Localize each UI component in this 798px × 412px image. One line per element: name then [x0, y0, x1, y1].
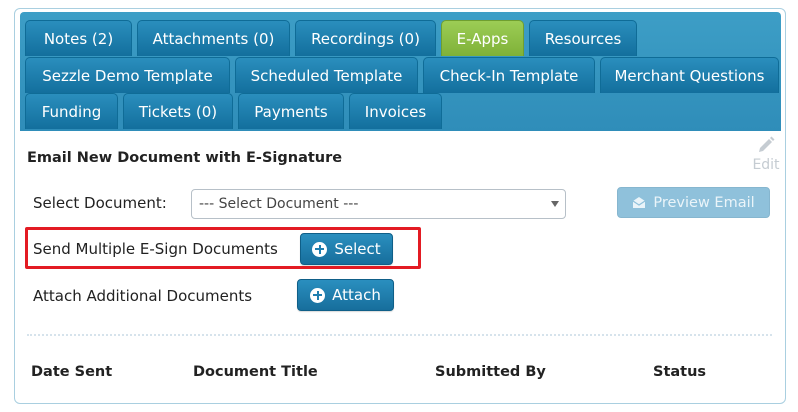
tab-bar: Notes (2) Attachments (0) Recordings (0)…: [20, 12, 781, 131]
select-document-value: --- Select Document ---: [199, 196, 359, 212]
chevron-down-icon: [551, 201, 559, 207]
tab-funding[interactable]: Funding: [25, 93, 118, 129]
column-header-status[interactable]: Status: [653, 364, 706, 380]
multi-esign-label: Send Multiple E-Sign Documents: [33, 240, 278, 258]
tab-check-in-template[interactable]: Check-In Template: [423, 57, 595, 93]
tab-attachments[interactable]: Attachments (0): [137, 20, 290, 56]
section-title: Email New Document with E-Signature: [27, 150, 343, 166]
tab-tickets[interactable]: Tickets (0): [123, 93, 233, 129]
tab-e-apps[interactable]: E-Apps: [441, 20, 524, 56]
column-header-date-sent[interactable]: Date Sent: [31, 364, 112, 380]
select-button-label: Select: [334, 240, 381, 258]
tab-payments[interactable]: Payments: [238, 93, 344, 129]
attach-button[interactable]: Attach: [297, 279, 394, 311]
preview-email-label: Preview Email: [653, 194, 755, 211]
plus-circle-icon: [312, 241, 328, 257]
pencil-icon: [759, 136, 775, 152]
tab-resources[interactable]: Resources: [529, 20, 637, 56]
select-document-label: Select Document:: [33, 194, 167, 212]
edit-link[interactable]: Edit: [749, 135, 783, 173]
documents-panel: Notes (2) Attachments (0) Recordings (0)…: [14, 8, 786, 404]
select-document-dropdown[interactable]: --- Select Document ---: [191, 189, 566, 219]
tab-merchant-questions[interactable]: Merchant Questions: [600, 57, 779, 93]
tab-notes[interactable]: Notes (2): [25, 20, 132, 56]
attach-button-label: Attach: [332, 286, 381, 304]
envelope-open-icon: [633, 197, 646, 208]
tab-scheduled-template[interactable]: Scheduled Template: [235, 57, 418, 93]
tab-invoices[interactable]: Invoices: [349, 93, 442, 129]
edit-label: Edit: [752, 157, 780, 173]
select-button[interactable]: Select: [300, 233, 393, 265]
tab-sezzle-demo-template[interactable]: Sezzle Demo Template: [25, 57, 230, 93]
column-header-document-title[interactable]: Document Title: [193, 364, 318, 380]
column-header-submitted-by[interactable]: Submitted By: [435, 364, 546, 380]
preview-email-button[interactable]: Preview Email: [617, 187, 770, 218]
attach-additional-label: Attach Additional Documents: [33, 287, 253, 305]
tab-recordings[interactable]: Recordings (0): [295, 20, 436, 56]
plus-circle-icon: [310, 287, 326, 303]
divider: [27, 334, 772, 336]
